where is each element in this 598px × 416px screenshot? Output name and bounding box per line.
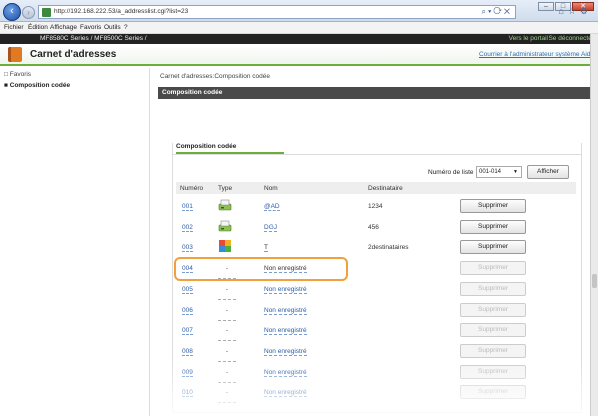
portal-link[interactable]: Vers le portail xyxy=(509,35,548,42)
sidebar-bullet-icon: ■ xyxy=(4,82,8,89)
delete-button: Supprimer xyxy=(460,323,526,338)
table-row: 001 @AD 1234 Supprimer xyxy=(176,196,576,217)
list-number-label: Numéro de liste : xyxy=(428,169,478,176)
address-book-icon xyxy=(8,47,22,62)
sidebar-item-favoris[interactable]: □ Favoris xyxy=(4,71,31,78)
page-scrollbar[interactable] xyxy=(590,34,598,416)
row-number-link[interactable]: 007 xyxy=(182,327,193,336)
address-url[interactable]: http://192.168.222.53/a_addresslist.cgi?… xyxy=(54,8,188,15)
table-row: 010 - Non enregistré Supprimer xyxy=(176,382,576,404)
fax-icon xyxy=(218,199,232,211)
group-icon xyxy=(219,240,231,253)
type-empty: - xyxy=(218,307,236,321)
device-header: MF8580C Series / MF8500C Series / Vers l… xyxy=(0,34,598,44)
navigation-bar: ‹ › http://192.168.222.53/a_addresslist.… xyxy=(0,2,598,22)
forward-arrow-icon[interactable]: › xyxy=(22,6,35,19)
highlight-callout xyxy=(174,257,348,281)
row-name-link[interactable]: Non enregistré xyxy=(264,389,307,398)
row-name-link[interactable]: Non enregistré xyxy=(264,286,307,294)
sidebar-item-label: Favoris xyxy=(9,71,32,78)
section-header: Composition codée xyxy=(158,87,590,99)
row-number-link[interactable]: 006 xyxy=(182,307,193,315)
row-destination: 2destinataires xyxy=(368,244,409,252)
table-row: 005 - Non enregistré Supprimer xyxy=(176,279,576,300)
type-empty: - xyxy=(218,286,236,300)
sidebar-item-composition-codee[interactable]: ■ Composition codée xyxy=(4,82,70,89)
delete-button: Supprimer xyxy=(460,302,526,317)
menu-fichier[interactable]: Fichier xyxy=(4,24,24,31)
delete-button: Supprimer xyxy=(460,281,526,296)
list-number-value: 001-014 xyxy=(479,169,502,175)
section-title: Composition codée xyxy=(162,89,223,96)
address-tools-icons[interactable]: ⌕▾⟳✕ xyxy=(481,7,512,17)
menu-edition[interactable]: Édition xyxy=(28,24,48,31)
home-star-gear-icons[interactable]: ⌂☆⚙ xyxy=(558,6,592,17)
delete-button: Supprimer xyxy=(460,385,526,400)
menu-affichage[interactable]: Affichage xyxy=(50,24,77,31)
site-favicon-icon xyxy=(42,8,51,17)
row-destination: 1234 xyxy=(368,203,383,210)
table-row: 002 DGJ 456 Supprimer xyxy=(176,217,576,238)
scrollbar-thumb[interactable] xyxy=(592,274,597,288)
menu-favoris[interactable]: Favoris xyxy=(80,24,101,31)
sidebar-bullet-icon: □ xyxy=(4,71,8,78)
delete-button[interactable]: Supprimer xyxy=(460,219,526,234)
contact-admin-link[interactable]: Courrier à l'administrateur système xyxy=(479,51,580,58)
app-header: Carnet d'adresses Courrier à l'administr… xyxy=(0,44,598,66)
column-header-destination: Destinataire xyxy=(368,185,403,192)
table-row: 008 - Non enregistré Supprimer xyxy=(176,341,576,362)
table-row: 006 - Non enregistré Supprimer xyxy=(176,300,576,321)
row-number-link[interactable]: 009 xyxy=(182,369,193,377)
page-title: Carnet d'adresses xyxy=(30,49,117,60)
row-name-link[interactable]: Non enregistré xyxy=(264,369,307,377)
menu-outils[interactable]: Outils xyxy=(104,24,121,31)
row-name-link[interactable]: T xyxy=(264,244,268,253)
row-name-link[interactable]: DGJ xyxy=(264,224,277,232)
browser-menubar: Fichier Édition Affichage Favoris Outils… xyxy=(0,22,598,34)
row-number-link[interactable]: 002 xyxy=(182,224,193,232)
type-empty: - xyxy=(218,327,236,342)
row-number-link[interactable]: 008 xyxy=(182,348,193,356)
chevron-down-icon: ▼ xyxy=(513,169,518,175)
breadcrumb: Carnet d'adresses:Composition codée xyxy=(160,73,270,80)
row-name-link[interactable]: Non enregistré xyxy=(264,348,307,356)
row-number-link[interactable]: 005 xyxy=(182,286,193,294)
table-row: 009 - Non enregistré Supprimer xyxy=(176,362,576,383)
row-name-link[interactable]: Non enregistré xyxy=(264,327,307,336)
column-header-number: Numéro xyxy=(180,185,204,192)
display-button[interactable]: Afficher xyxy=(527,165,569,179)
address-bar[interactable]: http://192.168.222.53/a_addresslist.cgi?… xyxy=(38,5,516,19)
logout-link[interactable]: Se déconnecter xyxy=(548,35,594,42)
header-links: Courrier à l'administrateur système Aide xyxy=(479,51,594,58)
back-arrow-icon[interactable]: ‹ xyxy=(3,3,21,21)
table-header: Numéro Type Nom Destinataire xyxy=(176,182,576,194)
type-empty: - xyxy=(218,348,236,362)
row-name-link[interactable]: Non enregistré xyxy=(264,307,307,315)
delete-button: Supprimer xyxy=(460,261,526,276)
fax-icon xyxy=(218,220,232,231)
row-name-link[interactable]: @AD xyxy=(264,203,280,211)
row-destination: 456 xyxy=(368,223,379,231)
delete-button[interactable]: Supprimer xyxy=(460,199,526,213)
sidebar: □ Favoris ■ Composition codée xyxy=(0,68,150,416)
menu-help[interactable]: ? xyxy=(124,24,128,31)
row-number-link[interactable]: 001 xyxy=(182,203,193,211)
row-number-link[interactable]: 010 xyxy=(182,389,193,398)
row-number-link[interactable]: 003 xyxy=(182,244,193,253)
device-model: MF8580C Series / MF8500C Series / xyxy=(40,35,147,42)
sidebar-item-label: Composition codée xyxy=(9,82,71,89)
type-empty: - xyxy=(218,369,236,383)
table-row: 003 T 2destinataires Supprimer xyxy=(176,237,576,258)
delete-button[interactable]: Supprimer xyxy=(460,240,526,255)
delete-button: Supprimer xyxy=(460,364,526,379)
list-number-select[interactable]: 001-014 ▼ xyxy=(476,166,522,178)
delete-button: Supprimer xyxy=(460,343,526,358)
table-row: 007 - Non enregistré Supprimer xyxy=(176,320,576,342)
type-empty: - xyxy=(218,389,236,404)
column-header-name: Nom xyxy=(264,185,278,192)
column-header-type: Type xyxy=(218,185,233,192)
